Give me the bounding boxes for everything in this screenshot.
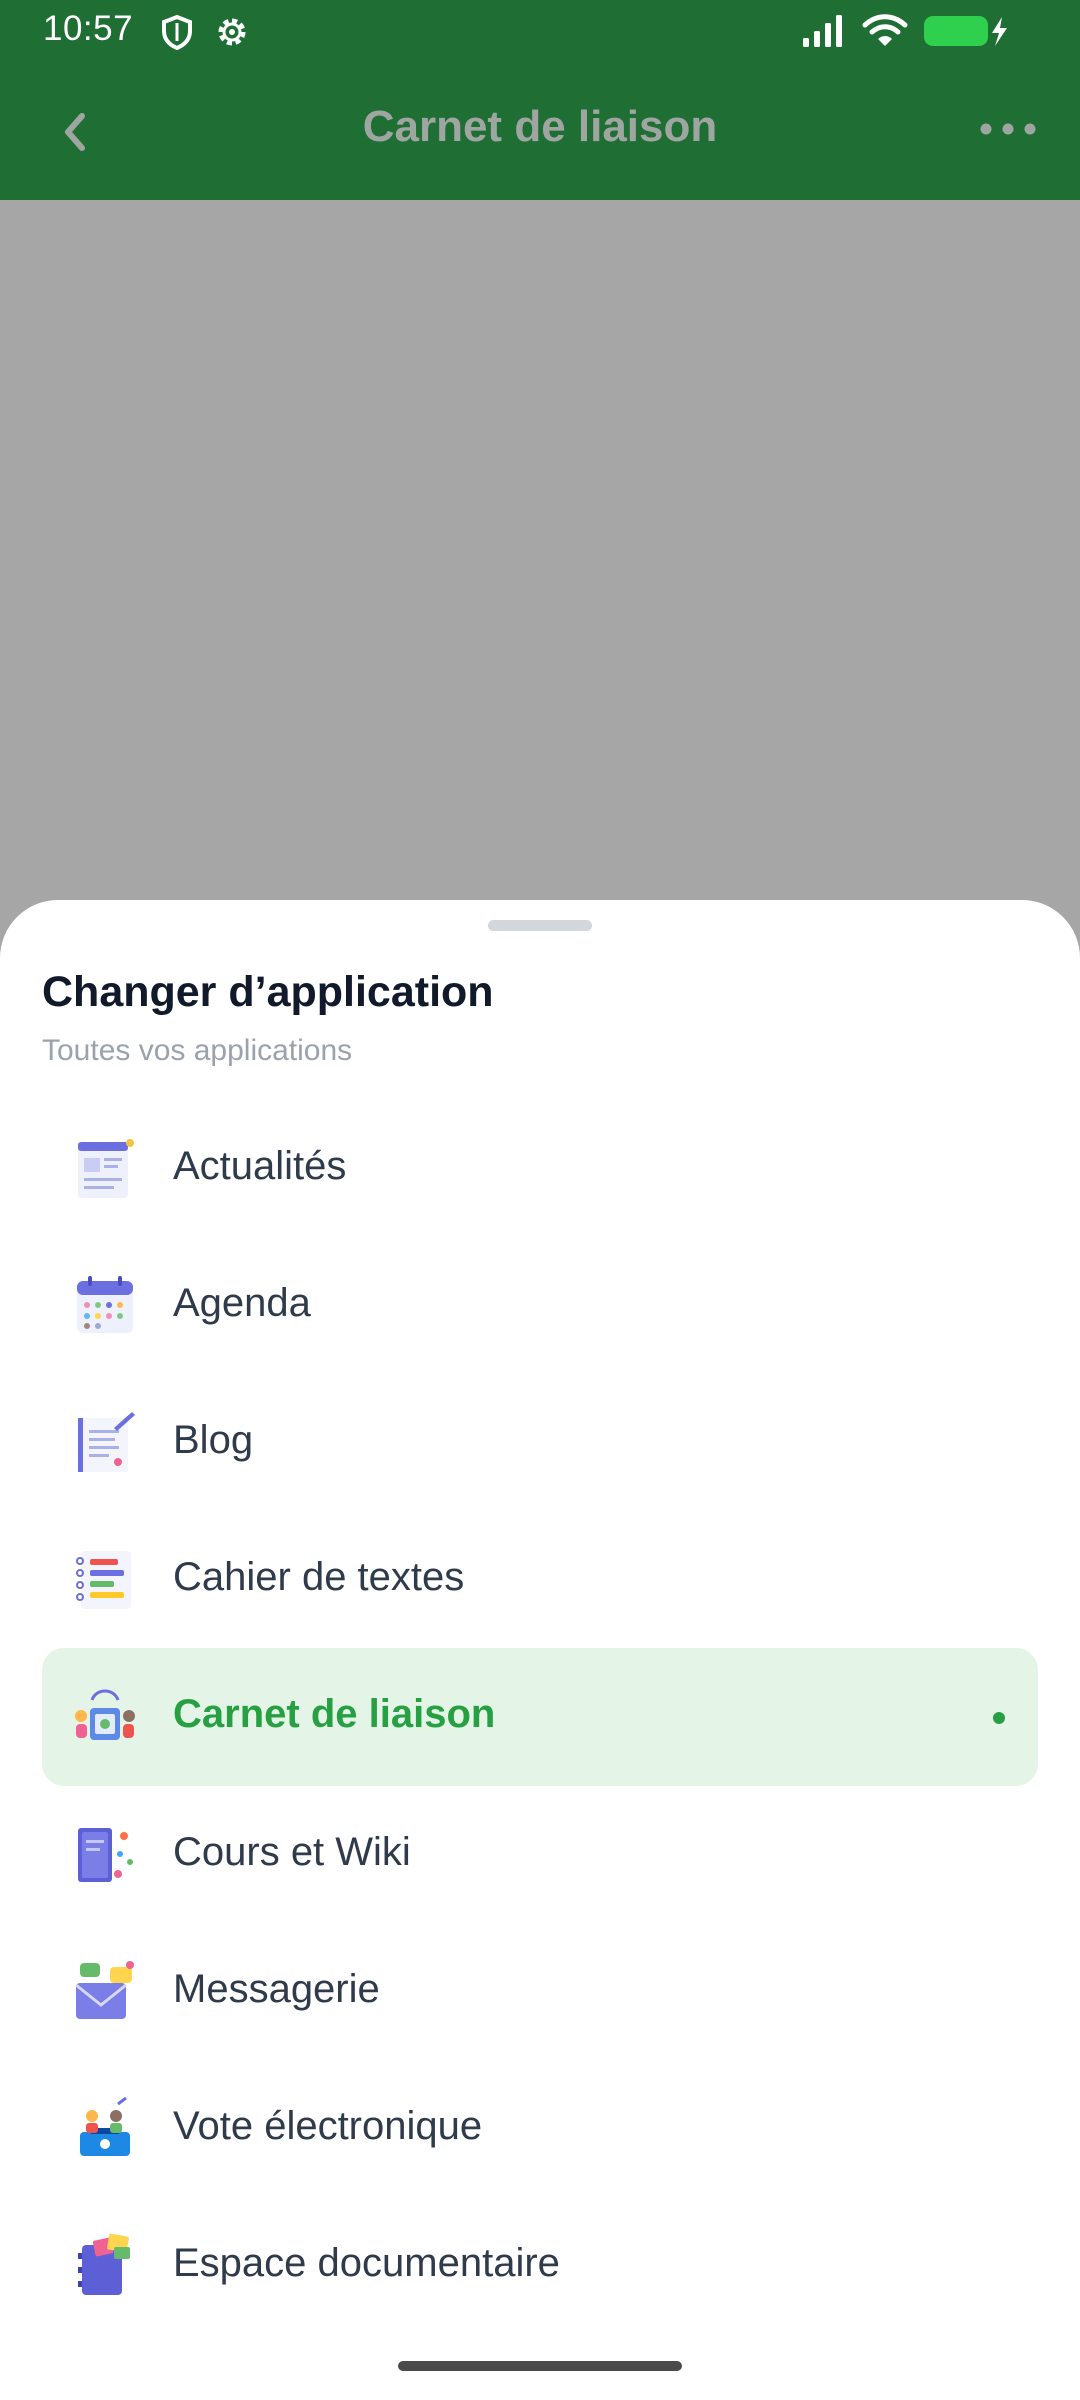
calendar-icon bbox=[77, 1276, 133, 1333]
battery-charging-icon bbox=[924, 16, 1007, 46]
modal-scrim[interactable] bbox=[0, 200, 1080, 900]
news-icon bbox=[78, 1139, 134, 1198]
home-indicator[interactable] bbox=[398, 2361, 682, 2371]
sheet-drag-handle[interactable] bbox=[488, 920, 592, 931]
homework-book-icon bbox=[76, 1551, 131, 1609]
app-item-cours-et-wiki[interactable]: Cours et Wiki bbox=[42, 1786, 1038, 1924]
app-item-vote-electronique[interactable]: Vote électronique bbox=[42, 2060, 1038, 2198]
cellular-signal-icon bbox=[803, 15, 842, 47]
more-options-icon[interactable] bbox=[978, 114, 1038, 144]
settings-gear-icon bbox=[218, 18, 246, 46]
app-item-label: Agenda bbox=[173, 1281, 311, 1325]
vote-icon bbox=[80, 2096, 130, 2156]
app-item-label: Vote électronique bbox=[173, 2104, 483, 2148]
app-switcher-sheet: Changer d’application Toutes vos applica… bbox=[0, 900, 1080, 2400]
app-item-agenda[interactable]: Agenda bbox=[42, 1237, 1038, 1375]
app-item-cahier-de-textes[interactable]: Cahier de textes bbox=[42, 1511, 1038, 1649]
app-item-actualites[interactable]: Actualités bbox=[42, 1100, 1038, 1238]
app-item-label: Cahier de textes bbox=[173, 1555, 465, 1599]
liaison-notebook-icon bbox=[75, 1689, 135, 1740]
app-item-espace-documentaire[interactable]: Espace documentaire bbox=[42, 2197, 1038, 2335]
documents-icon bbox=[78, 2233, 130, 2295]
courses-wiki-icon bbox=[78, 1828, 133, 1882]
mail-icon bbox=[75, 1961, 134, 2019]
app-item-label: Cours et Wiki bbox=[173, 1830, 411, 1874]
app-item-messagerie[interactable]: Messagerie bbox=[42, 1923, 1038, 2061]
active-indicator-dot bbox=[993, 1712, 1005, 1724]
shield-icon bbox=[162, 14, 192, 50]
app-item-blog[interactable]: Blog bbox=[42, 1374, 1038, 1512]
app-item-label: Espace documentaire bbox=[173, 2241, 560, 2285]
sheet-subtitle: Toutes vos applications bbox=[42, 1034, 353, 1067]
app-item-label: Actualités bbox=[173, 1144, 347, 1188]
status-bar: 10:57 bbox=[0, 0, 1080, 62]
app-item-label: Messagerie bbox=[173, 1967, 380, 2011]
app-item-label: Blog bbox=[173, 1418, 254, 1462]
blog-icon bbox=[78, 1412, 135, 1472]
status-time: 10:57 bbox=[43, 9, 134, 48]
wifi-icon bbox=[862, 14, 908, 46]
page-title: Carnet de liaison bbox=[362, 102, 718, 151]
app-bar: Carnet de liaison bbox=[0, 62, 1080, 200]
app-item-label: Carnet de liaison bbox=[173, 1692, 496, 1736]
app-item-carnet-de-liaison[interactable]: Carnet de liaison bbox=[42, 1648, 1038, 1786]
sheet-title: Changer d’application bbox=[42, 968, 494, 1016]
